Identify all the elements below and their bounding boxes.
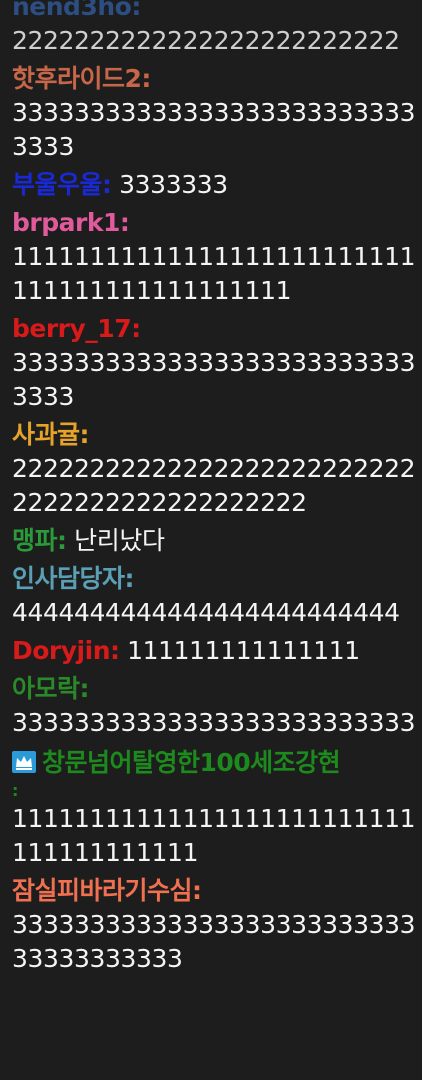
chat-colon: : (79, 420, 90, 449)
chat-text: 11111111111111111111111111111111111111 (12, 804, 416, 867)
chat-message: 잠실피바라기수심: 333333333333333333333333333333… (12, 874, 416, 976)
chat-username[interactable]: nend3ho (12, 0, 132, 21)
chat-text: 1111111111111111111111111111111111111111… (12, 242, 416, 305)
chat-username[interactable]: berry_17 (12, 314, 132, 343)
chat-message: 아모락: 33333333333333333333333333 (12, 672, 416, 740)
chat-username[interactable]: 창문넘어탈영한100세조강현 (42, 748, 341, 777)
chat-log: nend3ho: 2222222222222222222222222 핫후라이드… (0, 0, 422, 1080)
chat-text: 2222222222222222222222222222222222222222… (12, 454, 416, 517)
chat-colon: : (141, 64, 152, 93)
chat-message: nend3ho: 2222222222222222222222222 (12, 0, 416, 58)
chat-username[interactable]: 인사담당자 (12, 564, 125, 593)
chat-colon: : (192, 876, 202, 905)
chat-message: 인사담당자: 4444444444444444444444444 (12, 562, 416, 630)
chat-text: 난리났다 (74, 526, 165, 555)
chat-colon: : (119, 208, 130, 237)
chat-colon: : (12, 781, 18, 800)
chat-username[interactable]: 맹파 (12, 526, 58, 555)
chat-username[interactable]: Doryjin (12, 636, 111, 665)
chat-text: 33333333333333333333333333 (12, 708, 416, 737)
chat-username[interactable]: 핫후라이드2 (12, 64, 142, 93)
chat-colon: : (131, 0, 141, 21)
chat-colon: : (124, 564, 135, 593)
chat-message: 맹파: 난리났다 (12, 524, 416, 558)
chat-message: 핫후라이드2: 333333333333333333333333333333 (12, 62, 416, 164)
chat-text: 2222222222222222222222222 (12, 26, 400, 55)
chat-username[interactable]: 부울우울 (12, 170, 103, 199)
chat-message: 부울우울: 3333333 (12, 168, 416, 202)
chat-colon: : (110, 636, 120, 665)
chat-message: 사과귤: 22222222222222222222222222222222222… (12, 418, 416, 520)
chat-message: Doryjin: 111111111111111 (12, 634, 416, 668)
chat-username[interactable]: 잠실피바라기수심 (12, 876, 193, 905)
chat-username[interactable]: 아모락 (12, 674, 80, 703)
chat-text: 3333333333333333333333333333333333333 (12, 910, 416, 973)
chat-username[interactable]: brpark1 (12, 208, 120, 237)
chat-colon: : (57, 526, 67, 555)
chat-username[interactable]: 사과귤 (12, 420, 80, 449)
chat-colon: : (102, 170, 112, 199)
chat-message: 창문넘어탈영한100세조강현 : 11111111111111111111111… (12, 746, 416, 870)
chat-text: 111111111111111 (127, 636, 360, 665)
crown-icon (12, 748, 36, 773)
chat-message: berry_17: 333333333333333333333333333333 (12, 312, 416, 414)
chat-text: 4444444444444444444444444 (12, 598, 400, 627)
chat-message: brpark1: 1111111111111111111111111111111… (12, 206, 416, 308)
chat-text: 333333333333333333333333333333 (12, 348, 416, 411)
chat-text: 3333333 (119, 170, 228, 199)
chat-colon: : (79, 674, 90, 703)
chat-colon: : (131, 314, 141, 343)
chat-text: 333333333333333333333333333333 (12, 98, 416, 161)
